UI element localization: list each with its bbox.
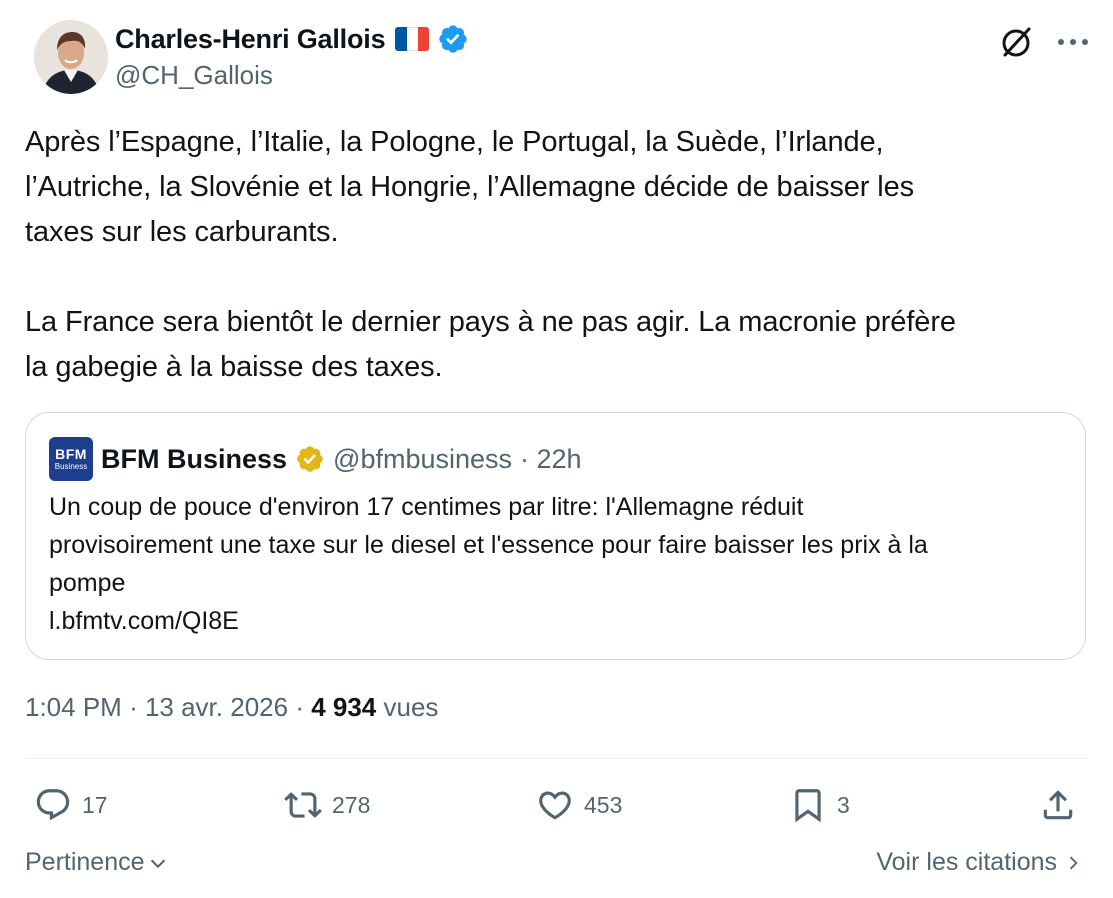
france-flag-icon xyxy=(395,27,430,51)
meta-separator: · xyxy=(295,692,312,722)
bookmark-icon xyxy=(795,789,821,823)
divider xyxy=(25,758,1088,759)
quoted-tweet-header: BFM Business BFM Business @bfmbusiness ·… xyxy=(49,437,582,481)
sort-dropdown[interactable]: Pertinence xyxy=(25,848,169,877)
views-count: 4 934 xyxy=(311,692,377,722)
chevron-right-icon xyxy=(1069,856,1078,869)
grok-icon[interactable] xyxy=(999,24,1035,60)
action-bar: 17 278 453 3 xyxy=(34,786,1079,826)
author-name[interactable]: Charles-Henri Gallois xyxy=(115,24,386,55)
reply-button[interactable]: 17 xyxy=(34,786,108,824)
sort-label: Pertinence xyxy=(25,848,145,876)
tweet-date[interactable]: 13 avr. 2026 xyxy=(145,692,288,722)
quoted-author-name[interactable]: BFM Business xyxy=(101,444,287,475)
author-name-row: Charles-Henri Gallois xyxy=(115,23,469,55)
like-icon xyxy=(539,791,571,820)
verified-business-icon xyxy=(297,446,323,472)
quoted-tweet[interactable]: BFM Business BFM Business @bfmbusiness ·… xyxy=(25,412,1086,660)
like-count: 453 xyxy=(584,791,623,818)
share-button[interactable] xyxy=(1039,786,1077,824)
verified-icon xyxy=(439,25,468,53)
top-actions xyxy=(999,24,1089,60)
quoted-author-handle[interactable]: @bfmbusiness xyxy=(333,444,512,475)
tweet-meta: 1:04 PM · 13 avr. 2026 · 4 934 vues xyxy=(25,692,438,723)
view-quotes-link[interactable]: Voir les citations xyxy=(876,848,1083,877)
reply-icon xyxy=(36,789,70,821)
repost-icon xyxy=(284,792,322,818)
logo-line1: BFM xyxy=(55,446,87,462)
bfm-business-logo[interactable]: BFM Business xyxy=(49,437,93,481)
repost-button[interactable]: 278 xyxy=(284,786,370,824)
author-handle[interactable]: @CH_Gallois xyxy=(115,60,273,91)
tweet-time[interactable]: 1:04 PM xyxy=(25,692,122,722)
view-quotes-label: Voir les citations xyxy=(876,848,1057,876)
tweet-header: Charles-Henri Gallois @CH_Gallois xyxy=(24,20,1089,100)
share-icon xyxy=(1043,790,1073,820)
logo-line2: Business xyxy=(54,462,88,471)
reply-count: 17 xyxy=(82,791,108,818)
views-label: vues xyxy=(383,692,439,722)
quoted-tweet-time: · 22h xyxy=(520,443,582,474)
more-icon[interactable] xyxy=(1057,37,1089,47)
bookmark-count: 3 xyxy=(837,791,850,818)
meta-separator: · xyxy=(129,692,145,722)
bookmark-button[interactable]: 3 xyxy=(789,786,850,824)
chevron-down-icon xyxy=(150,859,165,868)
like-button[interactable]: 453 xyxy=(536,786,622,824)
repost-count: 278 xyxy=(332,791,371,818)
tweet-text: Après l’Espagne, l’Italie, la Pologne, l… xyxy=(25,126,956,383)
avatar[interactable] xyxy=(34,20,108,94)
quoted-tweet-text: Un coup de pouce d'environ 17 centimes p… xyxy=(49,493,928,635)
